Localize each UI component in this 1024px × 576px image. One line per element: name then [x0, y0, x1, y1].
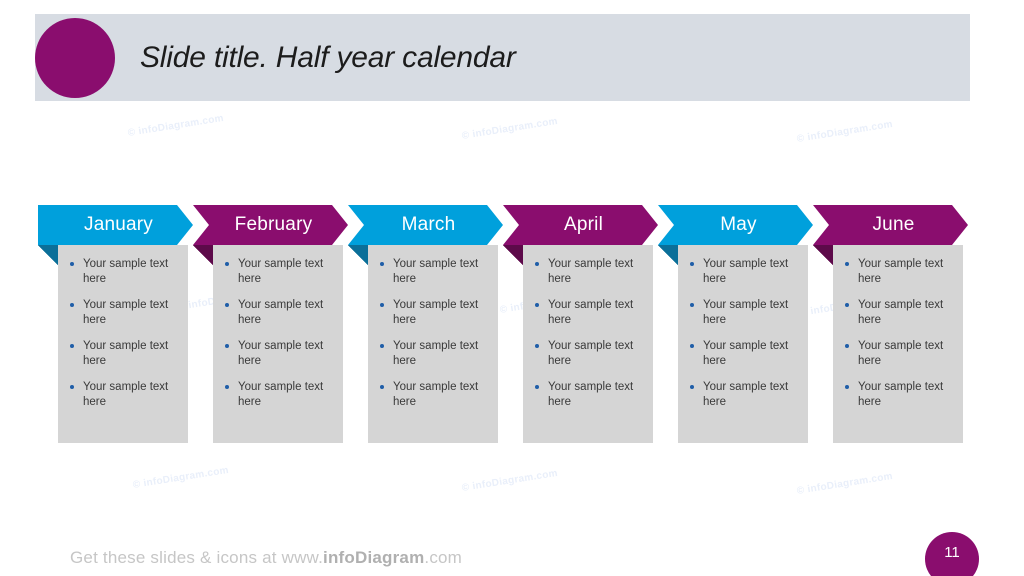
bullet-list: Your sample text here Your sample text he…: [531, 257, 643, 410]
month-content-panel: Your sample text here Your sample text he…: [678, 245, 808, 443]
month-column-june: June Your sample text here Your sample tex…: [813, 205, 968, 443]
footer-suffix: .com: [424, 548, 463, 567]
month-label: February: [234, 214, 313, 235]
month-panel-wrap: Your sample text here Your sample text he…: [193, 245, 343, 443]
bullet-list: Your sample text here Your sample text he…: [841, 257, 953, 410]
month-content-panel: Your sample text here Your sample text he…: [58, 245, 188, 443]
month-panel-wrap: Your sample text here Your sample text he…: [503, 245, 653, 443]
bullet-item[interactable]: Your sample text here: [376, 380, 488, 410]
page-title: Slide title. Half year calendar: [140, 41, 516, 74]
bullet-item[interactable]: Your sample text here: [221, 339, 333, 369]
ribbon-fold-icon: [38, 245, 58, 265]
bullet-item[interactable]: Your sample text here: [531, 298, 643, 328]
month-label: April: [563, 214, 603, 235]
bullet-item[interactable]: Your sample text here: [841, 380, 953, 410]
month-column-april: April Your sample text here Your sample te…: [503, 205, 658, 443]
bullet-item[interactable]: Your sample text here: [531, 339, 643, 369]
bullet-item[interactable]: Your sample text here: [841, 298, 953, 328]
footer-prefix: Get these slides & icons at www.: [70, 548, 324, 567]
bullet-item[interactable]: Your sample text here: [686, 257, 798, 287]
ribbon-fold-icon: [503, 245, 523, 265]
month-panel-wrap: Your sample text here Your sample text he…: [348, 245, 498, 443]
bullet-item[interactable]: Your sample text here: [531, 380, 643, 410]
ribbon-fold-icon: [658, 245, 678, 265]
month-content-panel: Your sample text here Your sample text he…: [523, 245, 653, 443]
bullet-item[interactable]: Your sample text here: [686, 339, 798, 369]
bullet-item[interactable]: Your sample text here: [66, 298, 178, 328]
bullet-item[interactable]: Your sample text here: [66, 257, 178, 287]
month-content-panel: Your sample text here Your sample text he…: [368, 245, 498, 443]
month-header-february[interactable]: February: [193, 205, 348, 245]
month-header-april[interactable]: April: [503, 205, 658, 245]
month-header-january[interactable]: January: [38, 205, 193, 245]
bullet-item[interactable]: Your sample text here: [841, 257, 953, 287]
slide-canvas: © infoDiagram.com © infoDiagram.com © info…: [0, 0, 1024, 576]
month-header-may[interactable]: May: [658, 205, 813, 245]
bullet-item[interactable]: Your sample text here: [376, 339, 488, 369]
bullet-list: Your sample text here Your sample text he…: [66, 257, 178, 410]
bullet-item[interactable]: Your sample text here: [376, 298, 488, 328]
month-label: June: [872, 214, 915, 235]
month-panel-wrap: Your sample text here Your sample text he…: [38, 245, 188, 443]
footer-credit: Get these slides & icons at www.infoDiag…: [70, 548, 462, 568]
month-column-march: March Your sample text here Your sample te…: [348, 205, 503, 443]
month-panel-wrap: Your sample text here Your sample text he…: [658, 245, 808, 443]
bullet-item[interactable]: Your sample text here: [841, 339, 953, 369]
bullet-item[interactable]: Your sample text here: [531, 257, 643, 287]
bullet-item[interactable]: Your sample text here: [66, 339, 178, 369]
month-label: May: [720, 214, 757, 235]
bullet-list: Your sample text here Your sample text he…: [686, 257, 798, 410]
month-header-march[interactable]: March: [348, 205, 503, 245]
ribbon-fold-icon: [813, 245, 833, 265]
month-label: January: [84, 214, 153, 235]
month-label: March: [401, 214, 456, 235]
month-column-february: February Your sample text here Your sample…: [193, 205, 348, 443]
bullet-list: Your sample text here Your sample text he…: [221, 257, 333, 410]
month-header-june[interactable]: June: [813, 205, 968, 245]
footer-brand: infoDiagram: [323, 548, 425, 567]
title-decor-circle: [35, 18, 115, 98]
bullet-item[interactable]: Your sample text here: [376, 257, 488, 287]
bullet-item[interactable]: Your sample text here: [221, 257, 333, 287]
month-column-january: January Your sample text here Your sample …: [38, 205, 193, 443]
bullet-item[interactable]: Your sample text here: [221, 298, 333, 328]
ribbon-fold-icon: [193, 245, 213, 265]
bullet-item[interactable]: Your sample text here: [686, 380, 798, 410]
bullet-list: Your sample text here Your sample text he…: [376, 257, 488, 410]
month-column-may: May Your sample text here Your sample text…: [658, 205, 813, 443]
ribbon-fold-icon: [348, 245, 368, 265]
bullet-item[interactable]: Your sample text here: [221, 380, 333, 410]
month-panel-wrap: Your sample text here Your sample text he…: [813, 245, 963, 443]
bullet-item[interactable]: Your sample text here: [686, 298, 798, 328]
month-content-panel: Your sample text here Your sample text he…: [213, 245, 343, 443]
month-content-panel: Your sample text here Your sample text he…: [833, 245, 963, 443]
bullet-item[interactable]: Your sample text here: [66, 380, 178, 410]
